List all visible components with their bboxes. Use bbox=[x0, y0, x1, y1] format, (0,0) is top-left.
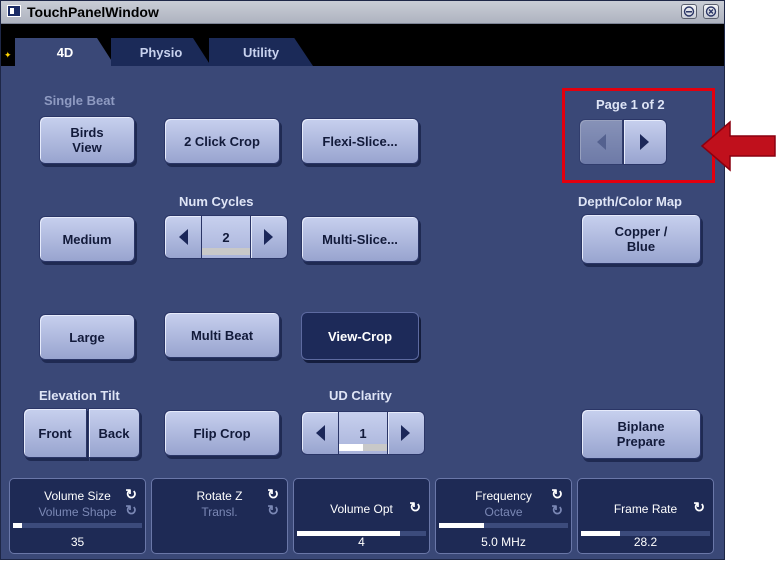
control-level-fill bbox=[13, 523, 23, 528]
num-cycles-value: 2 bbox=[222, 229, 230, 245]
num-cycles-value-box: 2 bbox=[202, 215, 250, 259]
refresh-icon: ↻ bbox=[693, 499, 705, 515]
large-button[interactable]: Large bbox=[39, 314, 135, 360]
control-level-fill bbox=[439, 523, 485, 528]
single-beat-label: Single Beat bbox=[44, 93, 115, 108]
refresh-icon: ↻ bbox=[267, 502, 279, 518]
page-navigator-highlight bbox=[562, 88, 715, 183]
refresh-icon: ↻ bbox=[125, 486, 137, 502]
title-bar: TouchPanelWindow bbox=[1, 1, 724, 24]
window-icon bbox=[7, 5, 21, 17]
close-icon bbox=[705, 6, 717, 17]
num-cycles-spinner: 2 bbox=[164, 215, 288, 259]
minimize-button[interactable] bbox=[681, 4, 697, 19]
multi-beat-button[interactable]: Multi Beat bbox=[164, 312, 280, 358]
control-value: 35 bbox=[70, 535, 85, 549]
front-button[interactable]: Front bbox=[23, 408, 87, 458]
tab-physio[interactable]: Physio bbox=[111, 38, 211, 66]
refresh-icon: ↻ bbox=[409, 499, 421, 515]
ud-clarity-label: UD Clarity bbox=[329, 388, 392, 403]
ud-clarity-level-bar bbox=[339, 444, 387, 451]
num-cycles-level-bar bbox=[202, 248, 250, 255]
right-arrow-icon bbox=[264, 229, 273, 245]
biplane-prepare-button[interactable]: Biplane Prepare bbox=[581, 409, 701, 459]
volume-size-control[interactable]: Volume Size ↻ Volume Shape ↻ 35 bbox=[9, 478, 146, 554]
birds-view-button[interactable]: Birds View bbox=[39, 116, 135, 164]
medium-button[interactable]: Medium bbox=[39, 216, 135, 262]
tab-label: Physio bbox=[139, 44, 183, 60]
ud-clarity-increment-button[interactable] bbox=[387, 411, 425, 455]
tab-bar: ✦ 4D Physio Utility bbox=[1, 24, 724, 66]
right-arrow-icon bbox=[401, 425, 410, 441]
multi-slice-button[interactable]: Multi-Slice... bbox=[301, 216, 419, 262]
callout-arrow-icon bbox=[700, 120, 776, 172]
control-level-bar bbox=[13, 523, 142, 528]
tab-utility[interactable]: Utility bbox=[209, 38, 313, 66]
minimize-icon bbox=[683, 6, 695, 17]
close-button[interactable] bbox=[703, 4, 719, 19]
refresh-icon: ↻ bbox=[551, 486, 563, 502]
left-arrow-icon bbox=[179, 229, 188, 245]
num-cycles-increment-button[interactable] bbox=[250, 215, 288, 259]
tab-label: Utility bbox=[242, 44, 280, 60]
control-value: 4 bbox=[358, 535, 365, 549]
refresh-icon: ↻ bbox=[551, 502, 563, 518]
refresh-icon: ↻ bbox=[267, 486, 279, 502]
copper-blue-button[interactable]: Copper / Blue bbox=[581, 214, 701, 264]
control-value: 28.2 bbox=[633, 535, 658, 549]
control-value: 5.0 MHz bbox=[481, 535, 526, 549]
refresh-icon: ↻ bbox=[125, 502, 137, 518]
rotate-z-control[interactable]: Rotate Z ↻ Transl. ↻ bbox=[151, 478, 288, 554]
window-title: TouchPanelWindow bbox=[27, 4, 159, 20]
frequency-control[interactable]: Frequency ↻ Octave ↻ 5.0 MHz bbox=[435, 478, 572, 554]
left-arrow-icon bbox=[316, 425, 325, 441]
frame-rate-control[interactable]: Frame Rate ↻ 28.2 bbox=[577, 478, 714, 554]
back-button[interactable]: Back bbox=[88, 408, 140, 458]
elevation-tilt-label: Elevation Tilt bbox=[39, 388, 120, 403]
touch-panel-window: TouchPanelWindow ✦ 4D Physio Utility Sin… bbox=[0, 0, 725, 560]
bottom-controls: Volume Size ↻ Volume Shape ↻ 35 Rotate Z… bbox=[9, 478, 719, 554]
depth-color-map-label: Depth/Color Map bbox=[578, 194, 682, 209]
sparkle-icon: ✦ bbox=[4, 50, 12, 60]
flip-crop-button[interactable]: Flip Crop bbox=[164, 410, 280, 456]
ud-clarity-value-box: 1 bbox=[339, 411, 387, 455]
ud-clarity-value: 1 bbox=[359, 425, 367, 441]
tab-4d[interactable]: 4D bbox=[15, 38, 115, 66]
control-level-bar bbox=[439, 523, 568, 528]
ud-clarity-level-fill bbox=[339, 444, 363, 451]
flexi-slice-button[interactable]: Flexi-Slice... bbox=[301, 118, 419, 164]
tab-label: 4D bbox=[56, 44, 74, 60]
volume-opt-control[interactable]: Volume Opt ↻ 4 bbox=[293, 478, 430, 554]
view-crop-button[interactable]: View-Crop bbox=[301, 312, 419, 360]
two-click-crop-button[interactable]: 2 Click Crop bbox=[164, 118, 280, 164]
num-cycles-decrement-button[interactable] bbox=[164, 215, 202, 259]
ud-clarity-decrement-button[interactable] bbox=[301, 411, 339, 455]
num-cycles-label: Num Cycles bbox=[179, 194, 254, 209]
ud-clarity-spinner: 1 bbox=[301, 411, 425, 455]
